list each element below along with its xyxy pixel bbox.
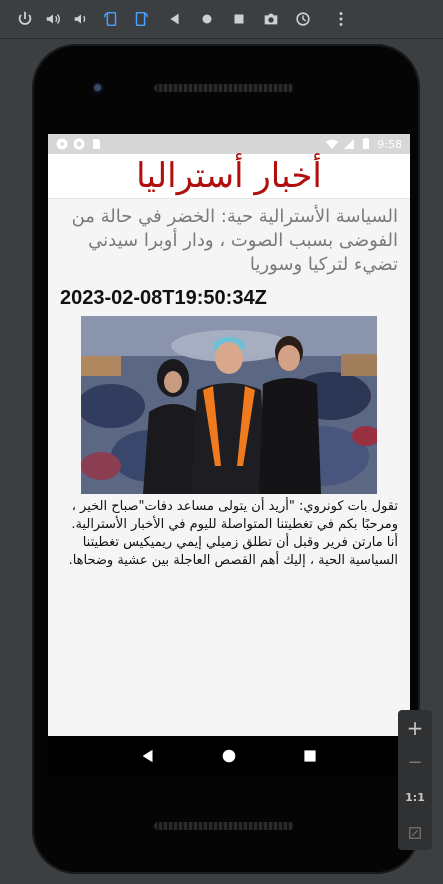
fit-screen-icon[interactable] xyxy=(401,821,429,845)
camera-icon[interactable] xyxy=(260,8,282,30)
settings-icon xyxy=(73,138,85,150)
power-icon[interactable] xyxy=(14,8,36,30)
bottom-speaker xyxy=(154,822,294,830)
article-photo-image xyxy=(81,316,377,494)
article-content[interactable]: السياسة الأسترالية حية: الخضر في حالة من… xyxy=(48,199,410,736)
navigation-bar xyxy=(48,736,410,776)
status-time: 9:58 xyxy=(377,137,402,151)
overview-icon[interactable] xyxy=(228,8,250,30)
back-icon[interactable] xyxy=(164,8,186,30)
volume-down-icon[interactable] xyxy=(70,8,92,30)
top-speaker xyxy=(154,84,294,92)
article-body: تقول بات كونروي: "أريد أن يتولى مساعد دف… xyxy=(68,499,398,568)
nav-back-icon[interactable] xyxy=(138,746,158,766)
rotate-left-icon[interactable] xyxy=(100,8,122,30)
emulator-toolbar xyxy=(0,0,443,39)
app-title-bar: أخبار أستراليا xyxy=(48,154,410,199)
wifi-icon xyxy=(326,139,339,149)
nav-home-icon[interactable] xyxy=(219,746,239,766)
signal-icon xyxy=(344,139,355,149)
zoom-ratio-button[interactable]: 1:1 xyxy=(401,786,429,810)
emulator-zoom-panel: + − 1:1 xyxy=(398,710,432,850)
nav-overview-icon[interactable] xyxy=(300,746,320,766)
front-camera xyxy=(92,82,106,96)
more-icon[interactable] xyxy=(330,8,352,30)
article-timestamp: 2023-02-08T19:50:34Z xyxy=(60,287,267,309)
rotate-right-icon[interactable] xyxy=(130,8,152,30)
volume-up-icon[interactable] xyxy=(42,8,64,30)
sd-card-icon xyxy=(93,139,100,149)
status-bar: 9:58 xyxy=(48,134,410,154)
zoom-in-button[interactable]: + xyxy=(401,716,429,740)
battery-icon xyxy=(363,138,370,149)
device-screen: 9:58 أخبار أستراليا السياسة الأسترالية ح… xyxy=(48,134,410,736)
app-title: أخبار أستراليا xyxy=(136,156,322,196)
article-headline: السياسة الأسترالية حية: الخضر في حالة من… xyxy=(71,206,398,275)
play-store-icon xyxy=(56,138,68,150)
zoom-out-button[interactable]: − xyxy=(401,751,429,775)
article-photo xyxy=(81,316,377,494)
replay-icon[interactable] xyxy=(292,8,314,30)
home-icon[interactable] xyxy=(196,8,218,30)
